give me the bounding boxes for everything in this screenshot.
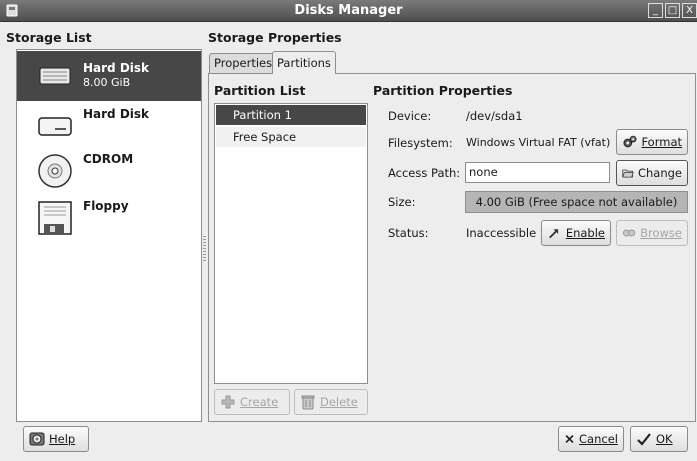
hard-disk-icon: [38, 117, 72, 136]
status-label: Status:: [388, 226, 429, 240]
ok-label: OK: [656, 432, 673, 446]
size-indicator: 4.00 GiB (Free space not available): [465, 191, 688, 213]
access-path-field[interactable]: none: [465, 162, 610, 183]
help-label: Help: [49, 432, 76, 446]
access-path-label: Access Path:: [388, 166, 461, 180]
maximize-button[interactable]: □: [665, 3, 680, 18]
partition-properties-heading: Partition Properties: [373, 83, 513, 98]
arrow-icon: [549, 229, 559, 239]
browse-button[interactable]: Browse: [616, 220, 688, 246]
ok-button[interactable]: OK: [630, 426, 688, 452]
cancel-button[interactable]: Cancel: [558, 426, 624, 452]
enable-button[interactable]: Enable: [541, 220, 611, 246]
check-icon: [637, 433, 651, 446]
delete-label: Delete: [320, 395, 358, 409]
help-button[interactable]: Help: [23, 426, 89, 452]
filesystem-value: Windows Virtual FAT (vfat): [466, 136, 611, 149]
change-label: Change: [637, 166, 682, 180]
delete-button[interactable]: Delete: [294, 389, 368, 415]
minimize-button[interactable]: _: [648, 3, 663, 18]
storage-list-heading: Storage List: [6, 30, 92, 45]
enable-label: Enable: [565, 226, 605, 240]
close-button[interactable]: X: [682, 3, 697, 18]
cdrom-icon: [38, 154, 72, 188]
window-title: Disks Manager: [294, 3, 403, 18]
browse-label: Browse: [640, 226, 682, 240]
device-value: /dev/sda1: [466, 109, 523, 123]
device-name: CDROM: [83, 152, 134, 166]
filesystem-label: Filesystem:: [388, 136, 453, 150]
list-item[interactable]: Partition 1: [216, 105, 366, 125]
format-label: Format: [641, 135, 682, 149]
device-name: Floppy: [83, 199, 129, 213]
create-label: Create: [240, 395, 279, 409]
change-button[interactable]: Change: [616, 160, 688, 186]
help-icon: [29, 432, 45, 446]
storage-item-hard-disk-1[interactable]: Hard Disk 8.00 GiB: [17, 51, 201, 101]
tab-partitions[interactable]: Partitions: [272, 51, 336, 74]
storage-properties-heading: Storage Properties: [208, 30, 342, 45]
floppy-icon: [38, 201, 72, 235]
hard-disk-icon: [39, 67, 71, 85]
status-value: Inaccessible: [466, 226, 537, 240]
size-label: Size:: [388, 195, 416, 209]
plus-icon: [221, 395, 235, 409]
tab-properties[interactable]: Properties: [209, 53, 278, 73]
partition-list-heading: Partition List: [214, 83, 306, 98]
gears-icon: [623, 135, 637, 148]
cancel-label: Cancel: [579, 432, 618, 446]
storage-item-floppy[interactable]: Floppy: [17, 193, 201, 243]
partition-list: Partition 1 Free Space: [214, 103, 368, 384]
device-name: Hard Disk: [83, 61, 150, 75]
title-bar: Disks Manager _ □ X: [0, 0, 697, 22]
pane-splitter-handle[interactable]: [203, 236, 206, 262]
storage-item-cdrom[interactable]: CDROM: [17, 146, 201, 196]
trash-icon: [301, 395, 315, 410]
storage-item-hard-disk-2[interactable]: Hard Disk: [17, 101, 201, 151]
device-label: Device:: [388, 109, 432, 123]
cancel-icon: [565, 434, 574, 444]
browse-icon: [622, 229, 636, 237]
device-name: Hard Disk: [83, 107, 150, 121]
device-size: 8.00 GiB: [83, 76, 131, 89]
folder-icon: [622, 169, 634, 178]
storage-list: Hard Disk 8.00 GiB Hard Disk CDROM Flopp…: [16, 49, 202, 422]
format-button[interactable]: Format: [616, 129, 688, 155]
list-item[interactable]: Free Space: [216, 127, 366, 147]
create-button[interactable]: Create: [214, 389, 290, 415]
